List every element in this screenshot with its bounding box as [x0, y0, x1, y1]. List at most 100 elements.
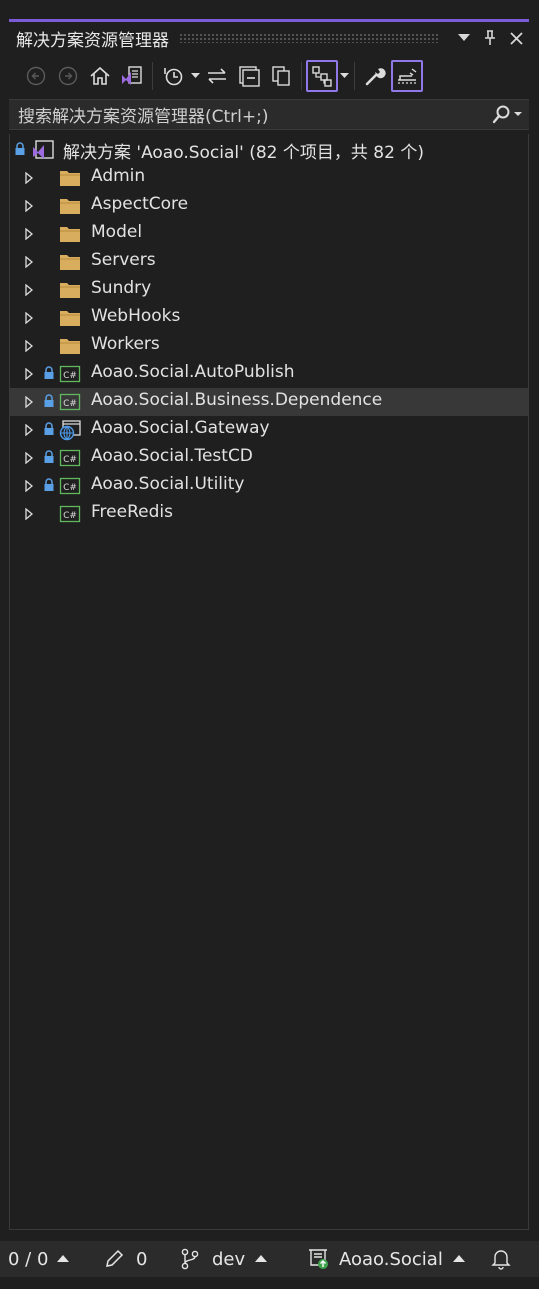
tree-project-autopublish[interactable]: C# Aoao.Social.AutoPublish — [10, 360, 528, 388]
notifications-button[interactable] — [491, 1241, 511, 1277]
expand-arrow-icon[interactable] — [23, 172, 35, 184]
toolbar-separator — [152, 62, 153, 90]
folder-icon — [60, 283, 80, 298]
expand-arrow-icon[interactable] — [23, 480, 35, 492]
branch-selector[interactable]: dev — [180, 1241, 268, 1277]
tree-folder-aspectcore[interactable]: AspectCore — [10, 192, 528, 220]
back-icon — [26, 66, 46, 86]
sync-icon — [208, 68, 226, 84]
drag-grip[interactable] — [179, 33, 439, 43]
tree-folder-workers[interactable]: Workers — [10, 332, 528, 360]
tree-item-label: Aoao.Social.TestCD — [91, 446, 253, 466]
pending-edits-indicator[interactable]: 0 — [104, 1241, 147, 1277]
expand-arrow-icon[interactable] — [23, 368, 35, 380]
search-options-button[interactable] — [485, 105, 529, 125]
panel-accent-bar — [0, 0, 539, 22]
tree-item-label: Servers — [91, 250, 156, 270]
errors-indicator[interactable]: 0 / 0 — [8, 1241, 70, 1277]
expand-arrow-icon[interactable] — [23, 284, 35, 296]
window-position-dropdown-button[interactable] — [451, 25, 477, 51]
switch-views-icon — [122, 66, 142, 85]
tree-item-label: Admin — [91, 166, 146, 186]
branch-name: dev — [212, 1248, 246, 1270]
expand-arrow-icon[interactable] — [23, 508, 35, 520]
clock-icon — [164, 68, 183, 86]
tree-item-label: Aoao.Social.Business.Dependence — [91, 390, 383, 410]
tree-folder-servers[interactable]: Servers — [10, 248, 528, 276]
sync-with-active-document-button[interactable] — [201, 60, 233, 92]
folder-icon — [60, 171, 80, 186]
panel-titlebar[interactable]: 解决方案资源管理器 — [9, 22, 529, 54]
preview-icon — [398, 68, 417, 84]
back-button[interactable] — [20, 60, 52, 92]
tree-folder-admin[interactable]: Admin — [10, 164, 528, 192]
preview-selected-items-button[interactable] — [306, 60, 338, 92]
svg-text:C#: C# — [63, 455, 77, 465]
expand-arrow-icon[interactable] — [23, 200, 35, 212]
edits-count: 0 — [136, 1248, 148, 1270]
expand-arrow-icon[interactable] — [23, 340, 35, 352]
tree-item-label: Aoao.Social.Utility — [91, 474, 245, 494]
pending-changes-dropdown[interactable] — [189, 73, 201, 79]
tree-folder-model[interactable]: Model — [10, 220, 528, 248]
folder-icon — [60, 311, 80, 326]
tree-item-label: AspectCore — [91, 194, 189, 214]
folder-icon — [60, 199, 80, 214]
show-all-files-button[interactable] — [265, 60, 297, 92]
pending-changes-filter-button[interactable] — [157, 60, 189, 92]
expand-arrow-icon[interactable] — [23, 228, 35, 240]
csharp-project-icon: C# — [59, 505, 81, 523]
tree-folder-sundry[interactable]: Sundry — [10, 276, 528, 304]
expand-arrow-icon[interactable] — [23, 396, 35, 408]
forward-icon — [58, 66, 78, 86]
solution-tree[interactable]: 解决方案 'Aoao.Social' (82 个项目，共 82 个) Admin… — [9, 134, 529, 1230]
tree-project-testcd[interactable]: C# Aoao.Social.TestCD — [10, 444, 528, 472]
chevron-up-icon — [452, 1255, 465, 1262]
visual-studio-solution-icon — [33, 140, 54, 159]
tree-item-label: WebHooks — [91, 306, 181, 326]
tree-project-utility[interactable]: C# Aoao.Social.Utility — [10, 472, 528, 500]
tree-project-gateway[interactable]: Aoao.Social.Gateway — [10, 416, 528, 444]
lock-icon — [44, 394, 54, 407]
search-input[interactable]: 搜索解决方案资源管理器(Ctrl+;) — [9, 102, 485, 127]
web-project-icon — [59, 420, 81, 441]
errors-count: 0 / 0 — [8, 1248, 49, 1270]
solution-node[interactable]: 解决方案 'Aoao.Social' (82 个项目，共 82 个) — [10, 136, 528, 164]
bell-icon — [491, 1250, 511, 1270]
chevron-up-icon — [255, 1255, 268, 1262]
pin-button[interactable] — [477, 25, 503, 51]
preview-tab-button[interactable] — [391, 60, 423, 92]
folder-icon — [60, 339, 80, 354]
tree-item-label: FreeRedis — [91, 502, 173, 522]
tree-view-icon — [312, 66, 332, 87]
csharp-project-icon: C# — [59, 393, 81, 411]
repository-selector[interactable]: Aoao.Social — [307, 1241, 465, 1277]
csharp-project-icon: C# — [59, 449, 81, 467]
search-box[interactable]: 搜索解决方案资源管理器(Ctrl+;) — [9, 99, 529, 130]
close-button[interactable] — [503, 25, 529, 51]
search-icon — [492, 105, 522, 123]
tree-item-label: Aoao.Social.Gateway — [91, 418, 270, 438]
tree-project-freeredis[interactable]: C# FreeRedis — [10, 500, 528, 528]
collapse-all-button[interactable] — [233, 60, 265, 92]
git-branch-icon — [181, 1248, 199, 1270]
pencil-icon — [106, 1249, 124, 1267]
home-button[interactable] — [84, 60, 116, 92]
pin-icon — [485, 30, 495, 45]
svg-text:C#: C# — [63, 511, 77, 521]
close-icon — [509, 31, 523, 45]
expand-arrow-icon[interactable] — [23, 424, 35, 436]
chevron-up-icon — [57, 1255, 70, 1262]
tree-folder-webhooks[interactable]: WebHooks — [10, 304, 528, 332]
expand-arrow-icon[interactable] — [23, 256, 35, 268]
forward-button[interactable] — [52, 60, 84, 92]
csharp-project-icon: C# — [59, 365, 81, 383]
properties-button[interactable] — [359, 60, 391, 92]
svg-text:C#: C# — [63, 371, 77, 381]
tree-project-business-dependence[interactable]: C# Aoao.Social.Business.Dependence — [10, 388, 528, 416]
switch-views-button[interactable] — [116, 60, 148, 92]
view-dropdown[interactable] — [338, 73, 350, 79]
expand-arrow-icon[interactable] — [23, 452, 35, 464]
home-icon — [90, 66, 110, 85]
expand-arrow-icon[interactable] — [23, 312, 35, 324]
